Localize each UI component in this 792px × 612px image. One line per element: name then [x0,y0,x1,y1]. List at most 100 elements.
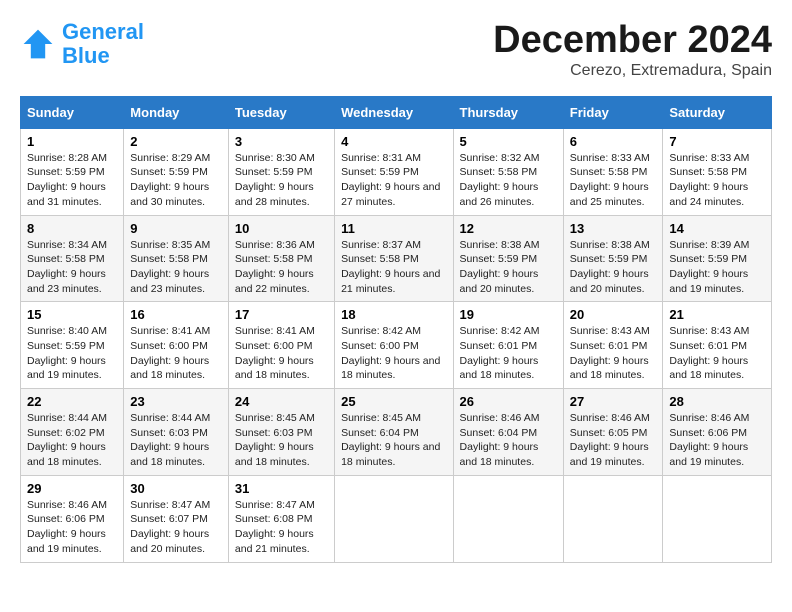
day-info: Sunrise: 8:33 AMSunset: 5:58 PMDaylight:… [570,151,657,210]
day-number: 18 [341,307,446,322]
calendar-cell: 5 Sunrise: 8:32 AMSunset: 5:58 PMDayligh… [453,128,563,215]
calendar-cell: 17 Sunrise: 8:41 AMSunset: 6:00 PMDaylig… [228,302,334,389]
day-header-saturday: Saturday [663,96,772,128]
day-info: Sunrise: 8:42 AMSunset: 6:01 PMDaylight:… [460,324,557,383]
logo-text: General Blue [62,20,144,68]
calendar-week-row: 8 Sunrise: 8:34 AMSunset: 5:58 PMDayligh… [21,215,772,302]
day-info: Sunrise: 8:29 AMSunset: 5:59 PMDaylight:… [130,151,222,210]
day-info: Sunrise: 8:47 AMSunset: 6:08 PMDaylight:… [235,498,328,557]
day-header-tuesday: Tuesday [228,96,334,128]
calendar-cell: 31 Sunrise: 8:47 AMSunset: 6:08 PMDaylig… [228,475,334,562]
day-number: 5 [460,134,557,149]
calendar-cell [563,475,663,562]
day-number: 12 [460,221,557,236]
day-info: Sunrise: 8:35 AMSunset: 5:58 PMDaylight:… [130,238,222,297]
day-info: Sunrise: 8:41 AMSunset: 6:00 PMDaylight:… [235,324,328,383]
day-info: Sunrise: 8:47 AMSunset: 6:07 PMDaylight:… [130,498,222,557]
day-info: Sunrise: 8:38 AMSunset: 5:59 PMDaylight:… [570,238,657,297]
calendar-table: SundayMondayTuesdayWednesdayThursdayFrid… [20,96,772,563]
day-number: 28 [669,394,765,409]
day-number: 4 [341,134,446,149]
day-number: 23 [130,394,222,409]
day-number: 2 [130,134,222,149]
calendar-cell: 15 Sunrise: 8:40 AMSunset: 5:59 PMDaylig… [21,302,124,389]
day-number: 17 [235,307,328,322]
calendar-cell: 11 Sunrise: 8:37 AMSunset: 5:58 PMDaylig… [335,215,453,302]
day-info: Sunrise: 8:40 AMSunset: 5:59 PMDaylight:… [27,324,117,383]
calendar-cell: 22 Sunrise: 8:44 AMSunset: 6:02 PMDaylig… [21,389,124,476]
day-number: 13 [570,221,657,236]
calendar-cell: 14 Sunrise: 8:39 AMSunset: 5:59 PMDaylig… [663,215,772,302]
day-info: Sunrise: 8:44 AMSunset: 6:02 PMDaylight:… [27,411,117,470]
day-number: 30 [130,481,222,496]
day-number: 25 [341,394,446,409]
logo-icon [20,26,56,62]
day-info: Sunrise: 8:34 AMSunset: 5:58 PMDaylight:… [27,238,117,297]
calendar-cell: 27 Sunrise: 8:46 AMSunset: 6:05 PMDaylig… [563,389,663,476]
calendar-cell: 10 Sunrise: 8:36 AMSunset: 5:58 PMDaylig… [228,215,334,302]
calendar-cell: 9 Sunrise: 8:35 AMSunset: 5:58 PMDayligh… [124,215,229,302]
calendar-cell: 3 Sunrise: 8:30 AMSunset: 5:59 PMDayligh… [228,128,334,215]
day-info: Sunrise: 8:41 AMSunset: 6:00 PMDaylight:… [130,324,222,383]
day-info: Sunrise: 8:43 AMSunset: 6:01 PMDaylight:… [570,324,657,383]
calendar-cell [335,475,453,562]
day-info: Sunrise: 8:36 AMSunset: 5:58 PMDaylight:… [235,238,328,297]
calendar-cell: 19 Sunrise: 8:42 AMSunset: 6:01 PMDaylig… [453,302,563,389]
day-info: Sunrise: 8:43 AMSunset: 6:01 PMDaylight:… [669,324,765,383]
calendar-cell: 6 Sunrise: 8:33 AMSunset: 5:58 PMDayligh… [563,128,663,215]
day-info: Sunrise: 8:32 AMSunset: 5:58 PMDaylight:… [460,151,557,210]
day-info: Sunrise: 8:44 AMSunset: 6:03 PMDaylight:… [130,411,222,470]
month-title: December 2024 [493,20,772,62]
day-info: Sunrise: 8:33 AMSunset: 5:58 PMDaylight:… [669,151,765,210]
calendar-cell: 20 Sunrise: 8:43 AMSunset: 6:01 PMDaylig… [563,302,663,389]
day-info: Sunrise: 8:28 AMSunset: 5:59 PMDaylight:… [27,151,117,210]
calendar-cell: 24 Sunrise: 8:45 AMSunset: 6:03 PMDaylig… [228,389,334,476]
calendar-cell [663,475,772,562]
day-number: 14 [669,221,765,236]
calendar-cell: 16 Sunrise: 8:41 AMSunset: 6:00 PMDaylig… [124,302,229,389]
calendar-cell: 4 Sunrise: 8:31 AMSunset: 5:59 PMDayligh… [335,128,453,215]
day-info: Sunrise: 8:38 AMSunset: 5:59 PMDaylight:… [460,238,557,297]
day-info: Sunrise: 8:46 AMSunset: 6:04 PMDaylight:… [460,411,557,470]
day-info: Sunrise: 8:39 AMSunset: 5:59 PMDaylight:… [669,238,765,297]
day-number: 15 [27,307,117,322]
day-number: 31 [235,481,328,496]
day-header-monday: Monday [124,96,229,128]
day-info: Sunrise: 8:42 AMSunset: 6:00 PMDaylight:… [341,324,446,383]
calendar-cell: 7 Sunrise: 8:33 AMSunset: 5:58 PMDayligh… [663,128,772,215]
day-header-thursday: Thursday [453,96,563,128]
calendar-cell: 18 Sunrise: 8:42 AMSunset: 6:00 PMDaylig… [335,302,453,389]
calendar-week-row: 29 Sunrise: 8:46 AMSunset: 6:06 PMDaylig… [21,475,772,562]
day-number: 3 [235,134,328,149]
day-info: Sunrise: 8:37 AMSunset: 5:58 PMDaylight:… [341,238,446,297]
calendar-cell: 2 Sunrise: 8:29 AMSunset: 5:59 PMDayligh… [124,128,229,215]
day-number: 19 [460,307,557,322]
calendar-cell: 30 Sunrise: 8:47 AMSunset: 6:07 PMDaylig… [124,475,229,562]
calendar-cell: 1 Sunrise: 8:28 AMSunset: 5:59 PMDayligh… [21,128,124,215]
calendar-week-row: 22 Sunrise: 8:44 AMSunset: 6:02 PMDaylig… [21,389,772,476]
day-number: 10 [235,221,328,236]
calendar-cell [453,475,563,562]
day-info: Sunrise: 8:46 AMSunset: 6:06 PMDaylight:… [27,498,117,557]
header: General Blue December 2024 Cerezo, Extre… [20,20,772,80]
day-number: 24 [235,394,328,409]
location-title: Cerezo, Extremadura, Spain [493,62,772,80]
day-number: 21 [669,307,765,322]
calendar-cell: 21 Sunrise: 8:43 AMSunset: 6:01 PMDaylig… [663,302,772,389]
day-number: 1 [27,134,117,149]
day-number: 9 [130,221,222,236]
title-area: December 2024 Cerezo, Extremadura, Spain [493,20,772,80]
day-info: Sunrise: 8:31 AMSunset: 5:59 PMDaylight:… [341,151,446,210]
day-info: Sunrise: 8:45 AMSunset: 6:03 PMDaylight:… [235,411,328,470]
day-number: 29 [27,481,117,496]
calendar-cell: 26 Sunrise: 8:46 AMSunset: 6:04 PMDaylig… [453,389,563,476]
calendar-cell: 28 Sunrise: 8:46 AMSunset: 6:06 PMDaylig… [663,389,772,476]
logo: General Blue [20,20,144,68]
day-header-friday: Friday [563,96,663,128]
day-header-sunday: Sunday [21,96,124,128]
day-number: 7 [669,134,765,149]
day-number: 11 [341,221,446,236]
calendar-week-row: 1 Sunrise: 8:28 AMSunset: 5:59 PMDayligh… [21,128,772,215]
day-info: Sunrise: 8:46 AMSunset: 6:06 PMDaylight:… [669,411,765,470]
day-number: 27 [570,394,657,409]
